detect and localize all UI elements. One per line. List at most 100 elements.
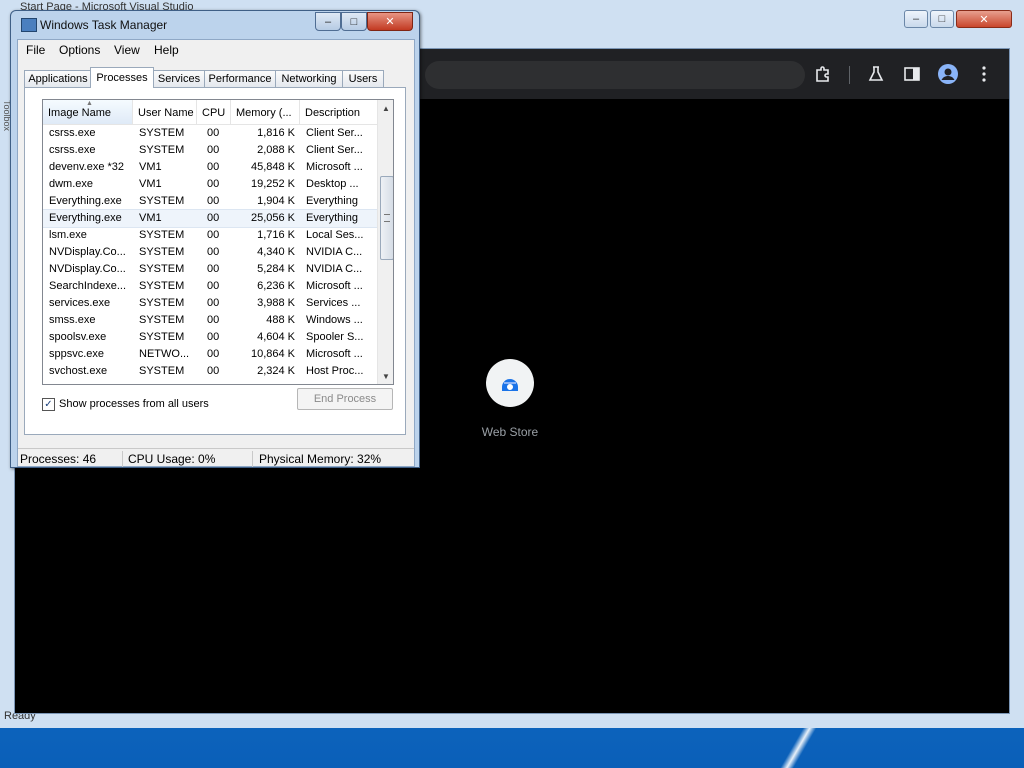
vs-maximize-button[interactable]: □ [930,10,954,28]
process-name-cell: sppsvc.exe [49,348,105,360]
status-bar: Processes: 46 CPU Usage: 0% Physical Mem… [18,448,414,467]
memory-cell: 4,340 K [257,246,295,258]
table-row[interactable]: csrss.exe SYSTEM 00 2,088 K Client Ser... [43,142,377,159]
process-list-header: Image Name User Name CPU Memory (... Des… [43,100,377,125]
cpu-cell: 00 [207,127,220,139]
table-row[interactable]: lsm.exe SYSTEM 00 1,716 K Local Ses... [43,227,377,244]
table-row[interactable]: Everything.exe SYSTEM 00 1,904 K Everything [43,193,377,210]
table-row[interactable]: NVDisplay.Co... SYSTEM 00 4,340 K NVIDIA C..… [43,244,377,261]
process-name-cell: dwm.exe [49,178,94,190]
profile-icon[interactable] [937,63,959,85]
table-row[interactable]: dwm.exe VM1 00 19,252 K Desktop ... [43,176,377,193]
side-panel-icon[interactable] [901,63,923,85]
process-name-cell: lsm.exe [49,229,87,241]
memory-cell: 1,716 K [257,229,295,241]
tab-applications[interactable]: Applications [24,70,92,87]
user-name-cell: SYSTEM [139,195,185,207]
cpu-cell: 00 [207,348,220,360]
process-name-cell: spoolsv.exe [49,331,107,343]
process-list-scrollbar[interactable]: ▲ ▼ [377,100,393,384]
cpu-cell: 00 [207,178,220,190]
user-name-cell: SYSTEM [139,365,185,377]
user-name-cell: SYSTEM [139,297,185,309]
memory-cell: 5,284 K [257,263,295,275]
description-cell: Spooler S... [306,331,364,343]
tm-maximize-button[interactable]: □ [341,12,367,31]
user-name-cell: SYSTEM [139,314,185,326]
scroll-thumb[interactable] [380,176,393,260]
tab-performance[interactable]: Performance [204,70,276,87]
extensions-icon[interactable] [812,63,834,85]
column-description[interactable]: Description [300,100,377,124]
cpu-cell: 00 [207,212,220,224]
menu-icon[interactable] [973,63,995,85]
cpu-cell: 00 [207,229,220,241]
status-cpu-usage: CPU Usage: 0% [128,452,216,466]
scroll-down-arrow-icon[interactable]: ▼ [378,368,393,384]
checkbox-check-icon[interactable]: ✓ [42,397,55,411]
show-all-users-checkbox[interactable]: ✓ Show processes from all users [42,396,209,412]
scroll-up-arrow-icon[interactable]: ▲ [378,100,393,116]
table-row[interactable]: sppsvc.exe NETWO... 00 10,864 K Microsoft ..… [43,346,377,363]
end-process-button[interactable]: End Process [297,388,393,410]
tab-users[interactable]: Users [342,70,384,87]
process-name-cell: Everything.exe [49,195,122,207]
task-manager-app-icon [21,18,37,32]
column-user-name[interactable]: User Name [133,100,197,124]
web-store-label: Web Store [481,425,539,439]
cpu-cell: 00 [207,280,220,292]
process-name-cell: svchost.exe [49,365,108,377]
cpu-cell: 00 [207,144,220,156]
description-cell: NVIDIA C... [306,246,363,258]
scroll-grip-icon [384,214,390,222]
cpu-cell: 00 [207,331,220,343]
column-cpu[interactable]: CPU [197,100,231,124]
process-name-cell: Everything.exe [49,212,122,224]
table-row[interactable]: Everything.exe VM1 00 25,056 K Everything [43,209,378,228]
description-cell: Microsoft ... [306,280,363,292]
user-name-cell: SYSTEM [139,246,185,258]
process-name-cell: csrss.exe [49,144,96,156]
show-all-users-label: Show processes from all users [59,398,209,410]
menu-file[interactable]: File [26,43,45,57]
vs-close-button[interactable]: ✕ [956,10,1012,28]
memory-cell: 45,848 K [250,161,295,173]
column-memory[interactable]: Memory (... [231,100,300,124]
web-store-icon [486,359,534,407]
process-name-cell: NVDisplay.Co... [49,263,126,275]
user-name-cell: SYSTEM [139,127,185,139]
cpu-cell: 00 [207,195,220,207]
table-row[interactable]: NVDisplay.Co... SYSTEM 00 5,284 K NVIDIA C..… [43,261,377,278]
table-row[interactable]: csrss.exe SYSTEM 00 1,816 K Client Ser... [43,125,377,142]
table-row[interactable]: svchost.exe SYSTEM 00 2,324 K Host Proc... [43,363,377,380]
tm-close-button[interactable]: ✕ [367,12,413,31]
web-store-shortcut[interactable]: Web Store [475,359,545,439]
vs-minimize-button[interactable]: – [904,10,928,28]
memory-cell: 2,088 K [257,144,295,156]
menu-options[interactable]: Options [59,43,100,57]
table-row[interactable]: services.exe SYSTEM 00 3,988 K Services ... [43,295,377,312]
user-name-cell: SYSTEM [139,144,185,156]
memory-cell: 1,816 K [257,127,295,139]
table-row[interactable]: smss.exe SYSTEM 00 488 K Windows ... [43,312,377,329]
table-row[interactable]: devenv.exe *32 VM1 00 45,848 K Microsoft ... [43,159,377,176]
desktop-glare [770,728,830,768]
tab-processes[interactable]: Processes [90,67,154,88]
description-cell: Everything [306,212,358,224]
cpu-cell: 00 [207,297,220,309]
task-manager-titlebar[interactable]: Windows Task Manager – □ ✕ [11,11,419,39]
table-row[interactable]: SearchIndexe... SYSTEM 00 6,236 K Microsoft … [43,278,377,295]
process-list[interactable]: Image Name User Name CPU Memory (... Des… [42,99,394,385]
menu-bar: File Options View Help [18,40,414,60]
table-row[interactable]: spoolsv.exe SYSTEM 00 4,604 K Spooler S... [43,329,377,346]
description-cell: Host Proc... [306,365,364,377]
menu-view[interactable]: View [114,43,140,57]
memory-cell: 6,236 K [257,280,295,292]
labs-icon[interactable] [865,63,887,85]
tab-services[interactable]: Services [153,70,205,87]
address-bar[interactable] [425,61,805,89]
tm-minimize-button[interactable]: – [315,12,341,31]
menu-help[interactable]: Help [154,43,179,57]
tab-networking[interactable]: Networking [275,70,343,87]
memory-cell: 4,604 K [257,331,295,343]
